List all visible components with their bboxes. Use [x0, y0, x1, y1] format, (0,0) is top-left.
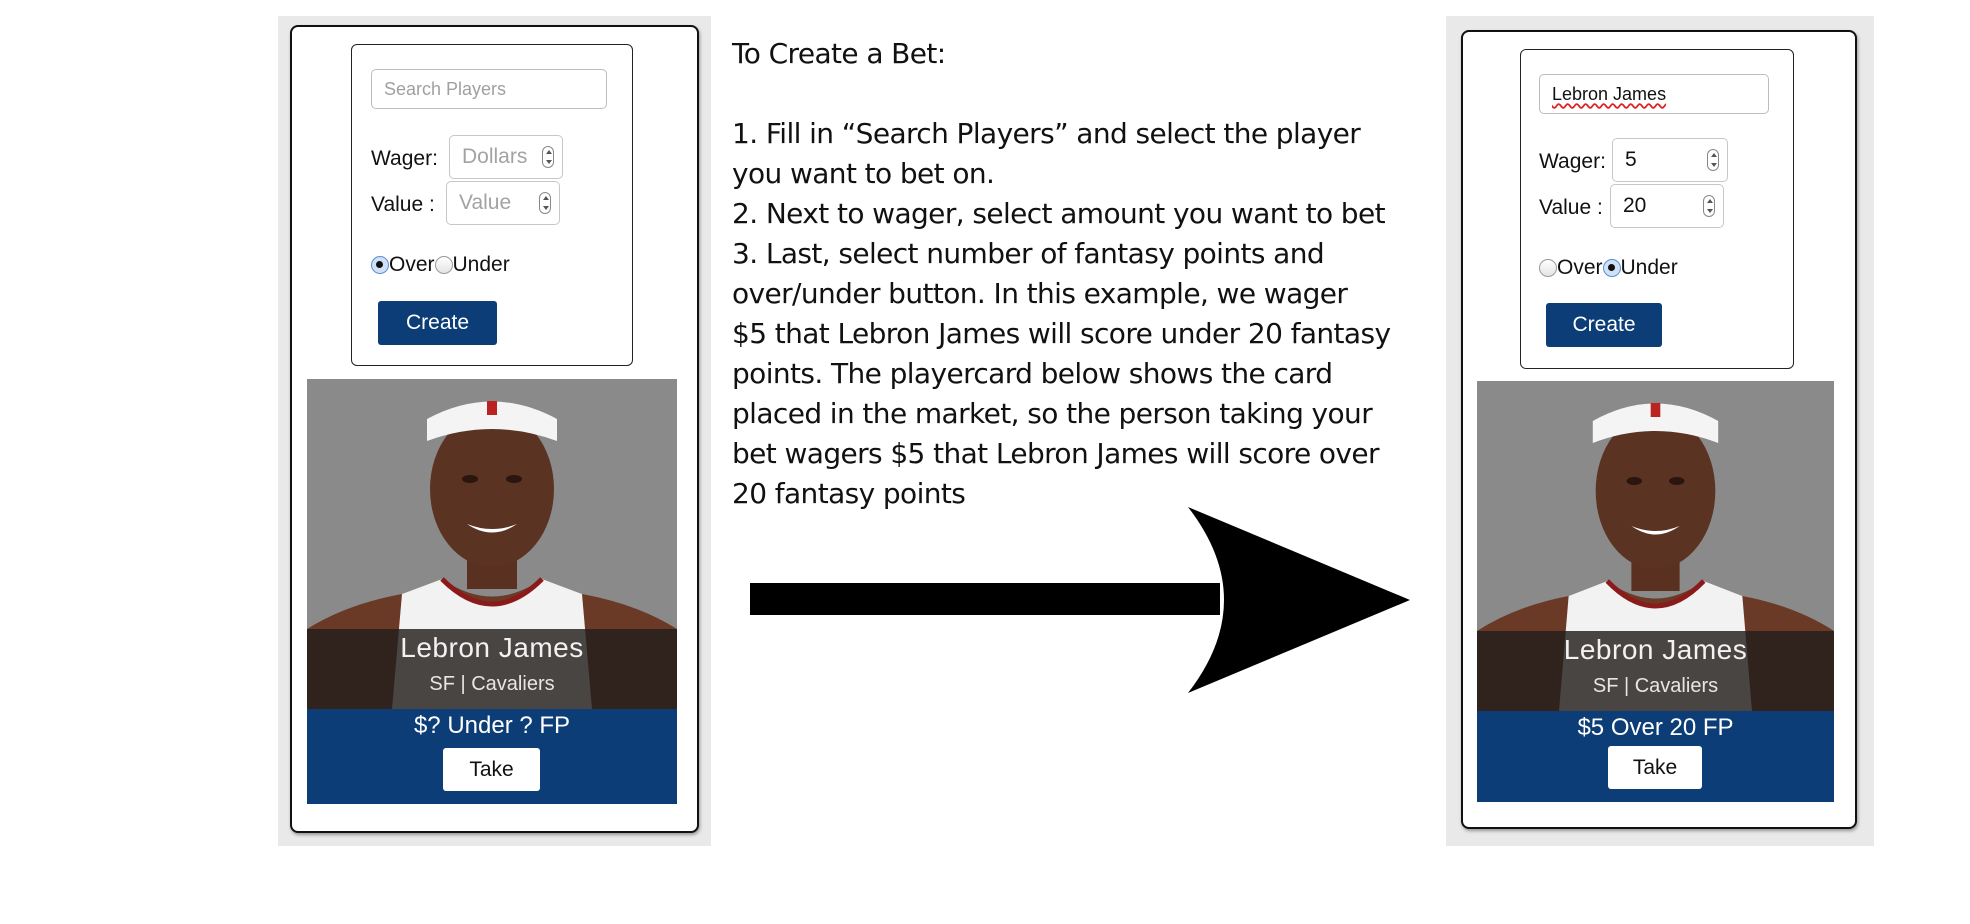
bet-form: Search Players Wager: Dollars Value : Va…: [351, 44, 633, 366]
over-radio[interactable]: [1539, 259, 1557, 277]
over-under-radio-group: Over Under: [371, 253, 510, 277]
instruction-line: placed in the market, so the person taki…: [732, 397, 1373, 430]
wager-stepper[interactable]: Dollars: [449, 135, 563, 179]
over-label: Over: [1557, 256, 1603, 279]
instruction-line: bet wagers $5 that Lebron James will sco…: [732, 437, 1380, 470]
create-button[interactable]: Create: [378, 301, 497, 345]
player-team: SF | Cavaliers: [429, 673, 555, 695]
instruction-line: $5 that Lebron James will score under 20…: [732, 317, 1391, 350]
under-label: Under: [1620, 256, 1678, 279]
instruction-line: over/under button. In this example, we w…: [732, 277, 1348, 310]
player-card: Lebron James SF | Cavaliers $? Under ? F…: [307, 379, 677, 804]
over-under-radio-group: Over Under: [1539, 256, 1678, 280]
stepper-arrows-icon[interactable]: [542, 146, 554, 168]
take-button[interactable]: Take: [1608, 746, 1702, 789]
bet-summary: $? Under ? FP: [413, 712, 571, 739]
player-team: SF | Cavaliers: [1592, 675, 1719, 697]
value-label: Value :: [371, 193, 435, 216]
search-placeholder-text: Search Players: [384, 78, 507, 99]
under-label: Under: [452, 253, 510, 276]
search-value-text: Lebron James: [1552, 83, 1667, 104]
right-arrow-icon: [750, 507, 1410, 693]
value-placeholder-text: Value: [459, 191, 512, 214]
under-radio[interactable]: [434, 256, 453, 274]
over-label: Over: [389, 253, 435, 276]
bet-summary: $5 Over 20 FP: [1577, 714, 1734, 741]
instructions-heading: To Create a Bet:: [732, 37, 946, 70]
before-phone-frame: Search Players Wager: Dollars Value : Va…: [290, 25, 699, 833]
value-stepper[interactable]: Value: [446, 181, 560, 225]
stepper-arrows-icon[interactable]: [1703, 195, 1715, 217]
instruction-line: you want to bet on.: [732, 157, 995, 190]
value-label: Value :: [1539, 196, 1603, 219]
instruction-line: 3. Last, select number of fantasy points…: [732, 237, 1325, 270]
search-input[interactable]: Search Players: [371, 69, 607, 109]
player-name: Lebron James: [1563, 634, 1748, 665]
take-button[interactable]: Take: [443, 748, 540, 791]
wager-placeholder-text: Dollars: [462, 145, 528, 168]
wager-label: Wager:: [371, 147, 438, 170]
under-radio[interactable]: [1602, 259, 1621, 277]
search-input[interactable]: Lebron James: [1539, 74, 1769, 114]
bet-form: Lebron James Wager: 5 Value : 20 Over Un…: [1520, 49, 1794, 369]
value-value-text: 20: [1623, 194, 1647, 217]
instruction-line: 1. Fill in “Search Players” and select t…: [732, 117, 1361, 150]
stepper-arrows-icon[interactable]: [1707, 149, 1719, 171]
instruction-line: points. The playercard below shows the c…: [732, 357, 1333, 390]
stepper-arrows-icon[interactable]: [539, 192, 551, 214]
value-stepper[interactable]: 20: [1610, 184, 1724, 228]
player-name: Lebron James: [400, 632, 584, 663]
wager-label: Wager:: [1539, 150, 1606, 173]
instructions-text-block: To Create a Bet: 1. Fill in “Search Play…: [732, 34, 1412, 514]
after-phone-frame: Lebron James Wager: 5 Value : 20 Over Un…: [1461, 30, 1857, 829]
wager-stepper[interactable]: 5: [1612, 138, 1728, 182]
wager-value-text: 5: [1625, 148, 1637, 171]
instruction-line: 2. Next to wager, select amount you want…: [732, 197, 1386, 230]
player-card: Lebron James SF | Cavaliers $5 Over 20 F…: [1477, 381, 1834, 802]
over-radio[interactable]: [371, 256, 389, 274]
create-button[interactable]: Create: [1546, 303, 1662, 347]
